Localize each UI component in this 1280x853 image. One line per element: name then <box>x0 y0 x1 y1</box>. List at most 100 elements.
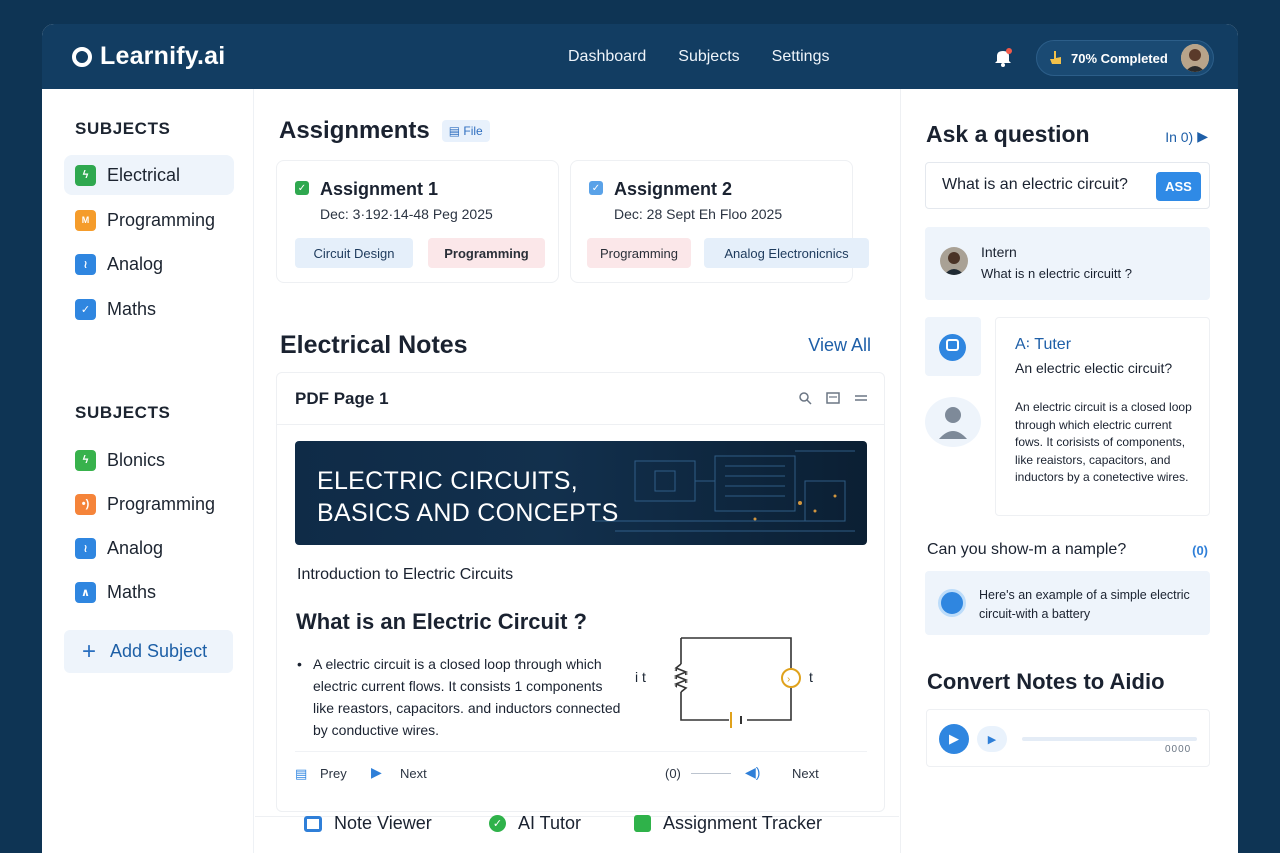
subjects-heading: SUBJECTS <box>75 119 171 138</box>
add-subject-label: Add Subject <box>110 641 208 661</box>
tag-circuit-design[interactable]: Circuit Design <box>295 238 413 268</box>
bolt-icon: ϟ <box>75 449 96 471</box>
pdf-pagination: ▤ Prey ▶ Next (0) ◀) Next <box>295 751 867 793</box>
sidebar-item-label: Maths <box>107 581 157 602</box>
sidebar-item-maths[interactable]: ✓ Maths <box>64 289 234 329</box>
followup-audio-icon[interactable]: (0) <box>1192 543 1208 558</box>
plus-icon: + <box>82 637 97 665</box>
sidebar-item-maths-2[interactable]: ∧ Maths <box>64 572 234 612</box>
person-icon <box>940 247 968 275</box>
feature-note-viewer[interactable]: Note Viewer <box>304 813 432 834</box>
convert-title: Convert Notes to Aidio <box>927 669 1165 694</box>
hand-icon <box>1050 51 1061 64</box>
check-circle-icon: ✓ <box>489 815 506 832</box>
menu-icon[interactable] <box>854 391 868 405</box>
circuit-svg: › <box>673 637 801 728</box>
assignment-card-2[interactable]: ✓ Assignment 2 Dec: 28 Sept Eh Floo 2025… <box>570 160 869 283</box>
circuit-diagram: › i t t <box>635 628 821 738</box>
assignment-card-1[interactable]: ✓ Assignment 1 Dec: 3·192·14-48 Peg 2025… <box>276 160 559 283</box>
play-icon[interactable]: ▶ <box>371 764 382 781</box>
main-content: Assignments ▤ File ✓ Assignment 1 Dec: 3… <box>255 89 899 853</box>
feature-assignment-tracker[interactable]: Assignment Tracker <box>634 813 822 834</box>
logo[interactable]: Learnify.ai <box>72 42 225 71</box>
anonymous-avatar <box>925 397 981 447</box>
tracker-icon <box>634 815 651 832</box>
left-sidebar: SUBJECTS ϟ Electrical M Programming ≀ An… <box>42 89 254 853</box>
file-chip[interactable]: ▤ File <box>441 120 490 142</box>
play-icon: ▶ <box>1197 128 1208 144</box>
ask-button[interactable]: ASS <box>1156 172 1201 201</box>
svg-text:›: › <box>787 674 790 685</box>
logo-text: Learnify.ai <box>100 42 226 70</box>
checkbox-icon[interactable]: ✓ <box>295 181 309 195</box>
assignments-title: Assignments <box>279 117 430 144</box>
pdf-toolbar <box>798 391 868 405</box>
tutor-question: An electric electic circuit? <box>1015 360 1173 376</box>
feature-label: AI Tutor <box>518 813 582 833</box>
view-all-link[interactable]: View All <box>808 335 871 356</box>
ask-panel: Ask a question In 0) ▶ What is an electr… <box>900 89 1238 853</box>
followup-question: Can you show-m a nample? <box>927 541 1127 558</box>
pdf-header: PDF Page 1 <box>277 373 884 425</box>
sidebar-item-electrical[interactable]: ϟ Electrical <box>64 155 234 195</box>
banner-line-2: BASICS AND CONCEPTS <box>317 499 619 527</box>
ask-title: Ask a question <box>926 121 1090 147</box>
nav-subjects[interactable]: Subjects <box>678 48 739 66</box>
checkbox-icon[interactable]: ✓ <box>589 181 603 195</box>
add-subject-button[interactable]: + Add Subject <box>64 630 233 673</box>
subjects-heading-2: SUBJECTS <box>75 403 171 422</box>
body-paragraph: • A electric circuit is a closed loop th… <box>297 653 627 741</box>
search-icon[interactable] <box>798 391 812 405</box>
assignment-date: Dec: 3·192·14-48 Peg 2025 <box>320 206 493 222</box>
volume-track[interactable] <box>691 773 731 774</box>
next-button[interactable]: Next <box>400 766 427 781</box>
sidebar-item-label: Electrical <box>107 164 181 185</box>
nav-dashboard[interactable]: Dashboard <box>568 48 646 66</box>
wave-icon: ≀ <box>75 253 96 275</box>
ask-counter[interactable]: In 0) ▶ <box>1165 128 1208 145</box>
audio-progress-track[interactable] <box>1022 737 1197 741</box>
banner-title: ELECTRIC CIRCUITS, BASICS AND CONCEPTS <box>317 465 619 529</box>
sidebar-item-blonics[interactable]: ϟ Blonics <box>64 440 234 480</box>
ask-count-text: In 0) <box>1165 128 1194 145</box>
sidebar-item-analog-2[interactable]: ≀ Analog <box>64 528 234 568</box>
notes-icon <box>304 815 322 832</box>
progress-pill[interactable]: 70% Completed <box>1036 40 1214 76</box>
sidebar-item-analog[interactable]: ≀ Analog <box>64 244 234 284</box>
speaker-icon[interactable]: ◀) <box>745 764 760 781</box>
play-button[interactable]: ▶ <box>939 724 969 754</box>
user-avatar[interactable] <box>1181 44 1209 72</box>
feature-ai-tutor[interactable]: ✓ AI Tutor <box>489 813 581 834</box>
audio-dots: 0000 <box>1165 744 1192 755</box>
sidebar-item-programming-2[interactable]: •) Programming <box>64 484 234 524</box>
counter-label: (0) <box>665 766 681 781</box>
body-text: A electric circuit is a closed loop thro… <box>313 656 621 738</box>
pdf-title: PDF Page 1 <box>295 389 389 408</box>
check-icon: ✓ <box>75 298 96 320</box>
assignment-date: Dec: 28 Sept Eh Floo 2025 <box>614 206 783 222</box>
sidebar-item-programming[interactable]: M Programming <box>64 200 234 240</box>
nav-settings[interactable]: Settings <box>772 48 830 66</box>
sidebar-item-label: Programming <box>107 209 216 230</box>
tag-programming[interactable]: Programming <box>587 238 691 268</box>
feature-label: Assignment Tracker <box>663 813 823 833</box>
banner-line-1: ELECTRIC CIRCUITS, <box>317 467 578 495</box>
pdf-viewer: PDF Page 1 ELECTRIC CIRCUITS, BASICS AND… <box>276 372 885 812</box>
play-small-button[interactable]: ▶ <box>977 726 1007 752</box>
wave-icon: ≀ <box>75 537 96 559</box>
bell-icon[interactable] <box>992 46 1014 68</box>
image-icon[interactable] <box>826 391 840 405</box>
user-avatar <box>940 247 968 275</box>
circuit-label-right: t <box>809 669 813 685</box>
sidebar-item-label: Analog <box>107 537 164 558</box>
progress-text: 70% Completed <box>1071 50 1168 66</box>
question-input[interactable]: What is an electric circuit? <box>942 176 1128 194</box>
next-button-2[interactable]: Next <box>792 766 819 781</box>
prev-button[interactable]: Prey <box>320 766 347 781</box>
code-icon: •) <box>75 493 96 515</box>
tag-programming[interactable]: Programming <box>428 238 545 268</box>
tag-analog-electronics[interactable]: Analog Electronicnics <box>704 238 869 268</box>
user-message-text: What is n electric circuitt ? <box>981 266 1132 281</box>
user-name: Intern <box>981 244 1017 260</box>
file-chip-label: File <box>463 124 483 138</box>
